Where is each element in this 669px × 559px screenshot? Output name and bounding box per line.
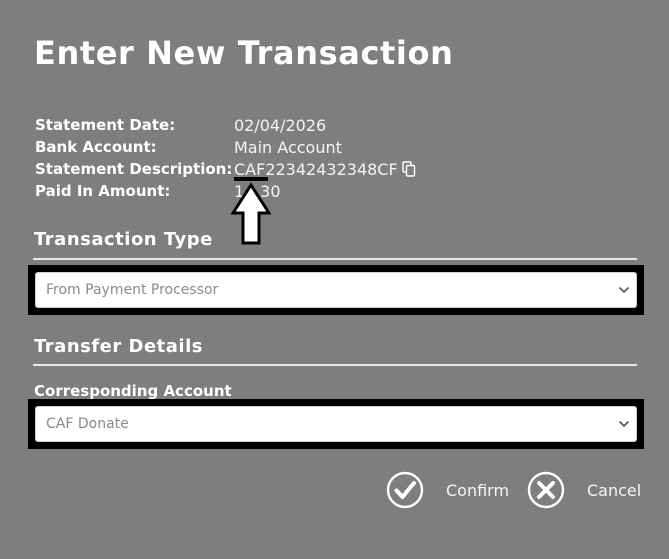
statement-date-row: Statement Date: 02/04/2026 — [35, 114, 416, 136]
paid-in-row: Paid In Amount: 1__30 — [35, 180, 416, 202]
transaction-type-selected: From Payment Processor — [46, 282, 219, 298]
corresponding-account-selected: CAF Donate — [46, 416, 129, 432]
statement-description-cell: CAF22342432348CF — [234, 160, 416, 179]
transaction-dialog: Enter New Transaction Statement Date: 02… — [0, 0, 669, 559]
statement-description-value: CAF22342432348CF — [234, 159, 398, 179]
confirm-label: Confirm — [446, 480, 510, 500]
page-title: Enter New Transaction — [34, 34, 454, 72]
section-divider — [33, 364, 637, 366]
cancel-button[interactable]: Cancel — [527, 471, 641, 509]
corresponding-account-label: Corresponding Account — [34, 382, 232, 400]
copy-icon[interactable] — [401, 161, 416, 177]
x-circle-icon — [527, 471, 565, 509]
arrow-up-to-line-icon — [231, 177, 271, 245]
statement-description-row: Statement Description: CAF22342432348CF — [35, 158, 416, 180]
paid-in-label: Paid In Amount: — [35, 182, 171, 200]
transfer-details-heading: Transfer Details — [34, 336, 203, 357]
check-circle-icon — [386, 471, 424, 509]
transaction-type-heading: Transaction Type — [34, 229, 213, 250]
chevron-down-icon — [618, 420, 630, 428]
statement-description-label: Statement Description: — [35, 160, 233, 178]
statement-details: Statement Date: 02/04/2026 Bank Account:… — [35, 114, 416, 202]
transaction-type-highlight: From Payment Processor — [28, 265, 644, 315]
corresponding-account-select[interactable]: CAF Donate — [35, 406, 637, 442]
statement-date-value: 02/04/2026 — [234, 115, 327, 135]
transaction-type-select[interactable]: From Payment Processor — [35, 272, 637, 308]
bank-account-row: Bank Account: Main Account — [35, 136, 416, 158]
statement-date-label: Statement Date: — [35, 116, 176, 134]
chevron-down-icon — [618, 286, 630, 294]
bank-account-value: Main Account — [234, 137, 342, 157]
bank-account-label: Bank Account: — [35, 138, 157, 156]
section-divider — [33, 258, 637, 260]
cancel-label: Cancel — [587, 480, 642, 500]
confirm-button[interactable]: Confirm — [386, 471, 509, 509]
corresponding-account-highlight: CAF Donate — [28, 399, 644, 449]
